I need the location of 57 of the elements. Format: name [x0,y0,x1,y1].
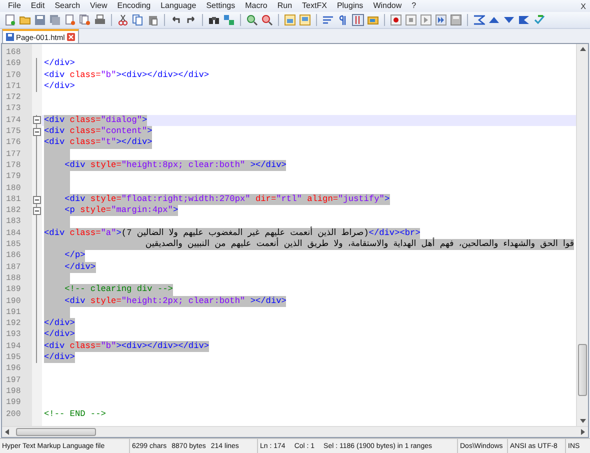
play-icon[interactable] [420,14,432,26]
horizontal-scrollbar[interactable] [2,426,588,437]
save-icon[interactable] [34,14,46,26]
code-line: <!-- END --> [44,408,106,420]
menu-item[interactable]: Encoding [112,0,156,12]
stop-icon[interactable] [405,14,417,26]
word-wrap-icon[interactable] [322,14,334,26]
paste-icon[interactable] [147,14,159,26]
code-line: </div> [44,58,75,70]
record-icon[interactable] [390,14,402,26]
menu-item[interactable]: File [3,0,26,12]
close-document-button[interactable]: X [580,2,586,10]
menu-item[interactable]: Language [156,0,202,12]
menu-item[interactable]: Search [50,0,86,12]
spell-check-icon[interactable] [533,14,545,26]
menu-item[interactable]: View [85,0,112,12]
open-folder-icon[interactable] [19,14,31,26]
window-icon[interactable] [299,14,311,26]
close-icon[interactable] [66,33,75,41]
undo-icon[interactable] [170,14,182,26]
fold-toggle-icon[interactable] [33,128,41,136]
copy-icon[interactable] [132,14,144,26]
scroll-down-icon[interactable] [580,419,586,423]
cut-icon[interactable] [117,14,129,26]
menu-item[interactable]: Macro [240,0,272,12]
fold-toggle-icon[interactable] [33,116,41,124]
menu-item[interactable]: Run [272,0,298,12]
save-icon [6,33,14,41]
print-icon[interactable] [94,14,106,26]
menu-item[interactable]: Plugins [332,0,368,12]
menu-item[interactable]: ? [406,0,422,12]
scroll-thumb[interactable] [578,344,587,396]
binoculars-icon[interactable] [208,14,220,26]
scroll-left-icon[interactable] [5,429,9,435]
indent-guide-icon[interactable] [352,14,364,26]
window-icon[interactable] [284,14,296,26]
code-line: </div> [44,80,75,92]
save-all-icon[interactable] [49,14,61,26]
folder-icon[interactable] [367,14,379,26]
vertical-scrollbar[interactable] [576,44,588,426]
close-file-icon[interactable] [64,14,76,26]
scroll-right-icon[interactable] [581,429,585,435]
close-all-icon[interactable] [79,14,91,26]
menu-item[interactable]: Window [368,0,407,12]
fast-forward-icon[interactable] [435,14,447,26]
zoom-out-icon[interactable] [261,14,273,26]
redo-icon[interactable] [185,14,197,26]
new-file-icon[interactable] [4,14,16,26]
scroll-up-icon[interactable] [580,47,586,51]
fold-toggle-icon[interactable] [33,196,41,204]
fold-toggle-icon[interactable] [33,206,41,215]
zoom-in-icon[interactable] [246,14,258,26]
scroll-thumb[interactable] [16,428,96,436]
menu-item[interactable]: Settings [201,0,240,12]
menu-item[interactable]: Edit [26,0,50,12]
menu-item[interactable]: TextFX [297,0,332,12]
code-line: <div class="b"><div></div></div> [44,70,210,81]
